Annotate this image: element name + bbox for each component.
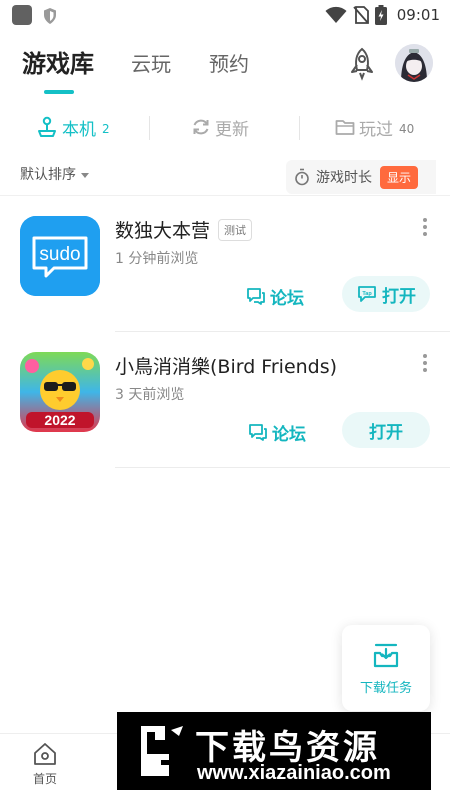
divider	[299, 116, 300, 140]
game-title: 数独大本营 测试	[115, 216, 253, 243]
joystick-icon	[38, 116, 56, 137]
forum-label: 论坛	[272, 424, 306, 445]
forum-button[interactable]: 论坛	[248, 416, 306, 448]
sudo-logo-text: sudo	[39, 244, 80, 265]
more-options-icon[interactable]	[418, 354, 432, 376]
app-notification-icon	[12, 5, 32, 25]
wifi-icon	[325, 6, 347, 23]
subtab-played-label: 玩过	[359, 119, 393, 140]
subtab-local-label: 本机	[62, 119, 96, 140]
game-title-text: 数独大本营	[115, 220, 211, 242]
game-icon-sudoku[interactable]: sudo	[20, 216, 100, 296]
game-last-viewed: 1 分钟前浏览	[115, 251, 199, 267]
avatar[interactable]	[395, 44, 433, 82]
divider	[115, 467, 450, 468]
download-tray-icon	[373, 643, 399, 667]
game-title-text: 小鳥消消樂(Bird Friends)	[115, 356, 338, 378]
subtab-played[interactable]: 玩过 40	[335, 108, 414, 146]
nav-home-label: 首页	[32, 772, 57, 786]
game-item[interactable]: 2022 小鳥消消樂(Bird Friends) 3 天前浏览 论坛 打开	[0, 332, 450, 468]
svg-text:Tap: Tap	[362, 291, 372, 297]
test-tag: 测试	[218, 218, 253, 241]
game-title: 小鳥消消樂(Bird Friends)	[115, 352, 337, 379]
home-icon	[34, 743, 56, 765]
avatar-image	[395, 44, 433, 82]
subtab-local-count: 2	[102, 121, 110, 136]
sub-tabs: 本机 2 更新 玩过 40	[0, 108, 450, 146]
game-item[interactable]: sudo 数独大本营 测试 1 分钟前浏览 论坛 Tap 打开	[0, 196, 450, 332]
active-tab-indicator	[44, 90, 74, 94]
bird-friends-art-text: 2022	[44, 412, 75, 428]
shield-icon	[44, 8, 56, 24]
open-label: 打开	[369, 422, 403, 443]
tab-game-library[interactable]: 游戏库	[22, 44, 94, 79]
battery-icon	[374, 5, 387, 25]
subtab-update[interactable]: 更新	[191, 108, 249, 146]
taptap-icon: Tap	[358, 286, 376, 302]
show-playtime-button[interactable]: 显示	[380, 165, 419, 189]
forum-button[interactable]: 论坛	[246, 280, 304, 312]
tab-reservation[interactable]: 预约	[209, 48, 249, 77]
watermark-url: www.xiazainiao.com	[197, 762, 391, 784]
forum-label: 论坛	[270, 288, 304, 309]
open-button[interactable]: 打开	[342, 412, 430, 448]
bird-logo-icon	[141, 726, 183, 776]
download-tasks-label: 下载任务	[359, 680, 412, 696]
caret-down-icon	[81, 172, 89, 178]
open-button[interactable]: Tap 打开	[342, 276, 430, 312]
playtime-toggle: 游戏时长 显示	[286, 160, 436, 194]
clock: 09:01	[396, 6, 440, 24]
no-sim-icon	[353, 6, 369, 24]
divider	[149, 116, 150, 140]
sort-label: 默认排序	[20, 167, 76, 183]
subtab-update-label: 更新	[215, 119, 249, 140]
bird-friends-art: 2022	[20, 352, 100, 432]
rocket-icon[interactable]	[344, 46, 380, 82]
game-last-viewed: 3 天前浏览	[115, 387, 185, 403]
top-header: 游戏库 云玩 预约	[0, 40, 450, 94]
more-options-icon[interactable]	[418, 218, 432, 240]
game-icon-bird-friends[interactable]: 2022	[20, 352, 100, 432]
sudo-logo: sudo	[20, 216, 100, 296]
refresh-icon	[193, 119, 209, 135]
subtab-local[interactable]: 本机 2	[36, 108, 110, 146]
download-tasks-button[interactable]: 下载任务	[342, 625, 430, 711]
folder-icon	[335, 120, 355, 135]
tab-cloud-play[interactable]: 云玩	[131, 48, 171, 77]
watermark-banner: 下载鸟资源 www.xiazainiao.com	[117, 712, 431, 790]
stopwatch-icon	[295, 168, 309, 186]
status-bar: 09:01	[0, 0, 450, 32]
sort-dropdown[interactable]: 默认排序	[20, 164, 89, 184]
nav-home[interactable]: 首页	[22, 742, 68, 787]
open-label: 打开	[382, 286, 416, 307]
chat-icon	[247, 288, 265, 305]
subtab-played-count: 40	[399, 121, 415, 136]
playtime-label: 游戏时长	[316, 170, 372, 186]
chat-icon	[249, 424, 267, 441]
